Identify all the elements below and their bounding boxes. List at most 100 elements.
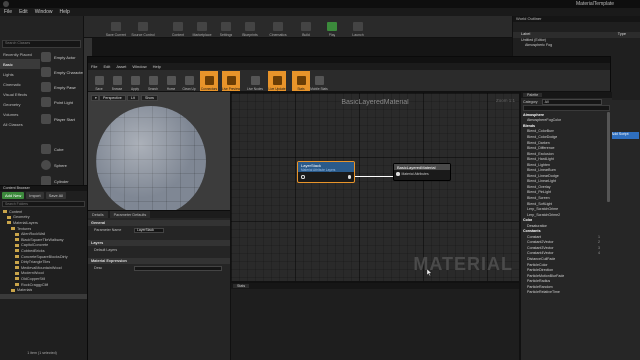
cinematics-button[interactable]: Cinematics — [268, 17, 288, 37]
search-folders-input[interactable]: Search Folders — [2, 201, 85, 207]
add-script-button[interactable]: Add Script — [609, 132, 639, 139]
add-new-button[interactable]: Add New — [2, 192, 25, 199]
mat-toolbar-button-connectors[interactable]: Connectors — [200, 71, 218, 91]
palette-scrollbar[interactable] — [607, 112, 610, 202]
palette-item[interactable]: ParticleRelativeTime — [521, 290, 612, 296]
mat-toolbar-button-browse[interactable]: Browse — [108, 71, 126, 91]
play-button[interactable]: Play — [322, 17, 342, 37]
parameter-name-field[interactable]: LayerStack — [134, 227, 164, 233]
settings-button[interactable]: Settings — [216, 17, 236, 37]
palette-item-hotkey: 1 — [598, 234, 600, 239]
content-browser-status: 1 item (1 selected) — [27, 351, 57, 355]
material-attributes-pin-label: Material Attributes — [401, 172, 429, 176]
import-button[interactable]: Import — [26, 192, 44, 199]
place-player-start[interactable]: Player Start — [41, 112, 83, 126]
perspective-button[interactable]: Perspective — [99, 95, 126, 101]
parameter-name-row: Parameter Name LayerStack — [88, 226, 230, 234]
desc-field[interactable] — [134, 265, 222, 271]
layerstack-input-pin[interactable] — [301, 175, 305, 179]
blueprints-button[interactable]: Blueprints — [240, 17, 260, 37]
default-layers-row[interactable]: Default Layers — [88, 246, 230, 254]
outliner-row-fog[interactable]: Atmospheric Fog — [513, 43, 640, 48]
mode-category-lights[interactable]: Lights — [0, 69, 40, 79]
layerstack-output-pin[interactable] — [347, 175, 351, 179]
folder-tree-selection — [0, 294, 87, 299]
layerstack-node[interactable]: LayerStack Material Attribute Layers — [297, 161, 355, 183]
viewport-menu-icon[interactable]: ▾ — [91, 95, 99, 101]
menu-file[interactable]: File — [4, 9, 12, 15]
mat-menu-edit[interactable]: Edit — [103, 64, 110, 69]
save-icon — [94, 76, 104, 85]
build-button[interactable]: Build — [296, 17, 316, 37]
place-empty-character[interactable]: Empty Character — [41, 65, 83, 79]
palette-category-dropdown[interactable]: All — [541, 98, 602, 105]
stats-tab[interactable]: Stats — [233, 284, 250, 288]
stats-panel: Stats — [230, 282, 520, 360]
pawn-icon — [41, 82, 51, 92]
menu-help[interactable]: Help — [59, 9, 69, 15]
mat-toolbar-button-home[interactable]: Home — [162, 71, 180, 91]
save-all-button[interactable]: Save All — [45, 192, 67, 199]
folder-icon — [15, 271, 19, 275]
marketplace-button[interactable]: Marketplace — [192, 17, 212, 37]
mat-toolbar-button-live-update[interactable]: Live Update — [268, 71, 286, 91]
material-preview-viewport[interactable]: ▾ Perspective Lit Show — [88, 92, 230, 210]
place-empty-pawn[interactable]: Empty Pawn — [41, 80, 83, 94]
menu-window[interactable]: Window — [35, 9, 53, 15]
mat-toolbar-button-apply[interactable]: Apply — [126, 71, 144, 91]
layerstack-node-subtitle: Material Attribute Layers — [301, 168, 336, 172]
mode-category-geometry[interactable]: Geometry — [0, 99, 40, 109]
sphere-icon — [41, 160, 51, 170]
mat-toolbar-button-save[interactable]: Save — [90, 71, 108, 91]
mode-category-basic[interactable]: Basic — [0, 59, 40, 69]
launch-button[interactable]: Launch — [348, 17, 368, 37]
mat-toolbar-button-clean-up[interactable]: Clean Up — [180, 71, 198, 91]
mode-category-all[interactable]: All Classes — [0, 119, 40, 129]
material-attributes-input-pin[interactable] — [396, 172, 400, 176]
mat-toolbar-button-live-nodes[interactable]: Live Nodes — [246, 71, 264, 91]
mat-toolbar-button-live-preview[interactable]: Live Preview — [222, 71, 240, 91]
palette-tab[interactable]: Palette — [523, 93, 543, 97]
source-control-button[interactable]: Source Control — [131, 17, 155, 37]
mat-toolbar-button-search[interactable]: Search — [144, 71, 162, 91]
material-result-node[interactable]: BasicLayeredMaterial Material Attributes — [393, 163, 451, 181]
node-connection-wire — [354, 176, 396, 177]
folder-icon — [15, 277, 19, 281]
place-point-light[interactable]: Point Light — [41, 95, 83, 109]
palette-item-hotkey: 4 — [598, 251, 600, 256]
content-browser: Content Browser Add New Import Save All … — [0, 185, 87, 360]
place-sphere[interactable]: Sphere — [41, 158, 83, 172]
window-title: MaterialTemplate — [576, 1, 615, 7]
place-empty-actor[interactable]: Empty Actor — [41, 50, 83, 64]
save-current-button[interactable]: Save Current — [106, 17, 126, 37]
material-result-node-title: BasicLayeredMaterial — [394, 164, 450, 170]
outliner-col-type[interactable]: Type — [618, 32, 626, 38]
mat-toolbar-button-mobile-stats[interactable]: Mobile Stats — [310, 71, 328, 91]
place-cube[interactable]: Cube — [41, 142, 83, 156]
marketplace-icon — [197, 22, 207, 31]
player-start-icon — [41, 114, 51, 124]
tab-parameter-defaults[interactable]: Parameter Defaults — [109, 211, 151, 218]
material-graph-canvas[interactable]: BasicLayeredMaterial Zoom 1:1 LayerStack… — [230, 92, 520, 282]
mat-menu-window[interactable]: Window — [132, 64, 146, 69]
mat-menu-help[interactable]: Help — [153, 64, 161, 69]
lit-button[interactable]: Lit — [127, 95, 139, 101]
mat-toolbar-button-stats[interactable]: Stats — [292, 71, 310, 91]
mode-category-volumes[interactable]: Volumes — [0, 109, 40, 119]
search-classes-input[interactable]: Search Classes — [2, 40, 81, 48]
mode-category-cinematic[interactable]: Cinematic — [0, 79, 40, 89]
palette-search-input[interactable] — [523, 105, 610, 111]
mat-menu-file[interactable]: File — [91, 64, 97, 69]
folder-icon — [11, 288, 15, 292]
palette-item-hotkey: 2 — [598, 240, 600, 245]
folder-icon — [15, 283, 19, 287]
mat-menu-asset[interactable]: Asset — [116, 64, 126, 69]
gear-icon — [221, 22, 231, 31]
show-button[interactable]: Show — [141, 95, 158, 101]
tab-details[interactable]: Details — [88, 211, 108, 218]
menu-edit[interactable]: Edit — [19, 9, 28, 15]
mode-category-vfx[interactable]: Visual Effects — [0, 89, 40, 99]
character-icon — [41, 67, 51, 77]
content-button[interactable]: Content — [168, 17, 188, 37]
mode-category-recent[interactable]: Recently Placed — [0, 49, 40, 59]
